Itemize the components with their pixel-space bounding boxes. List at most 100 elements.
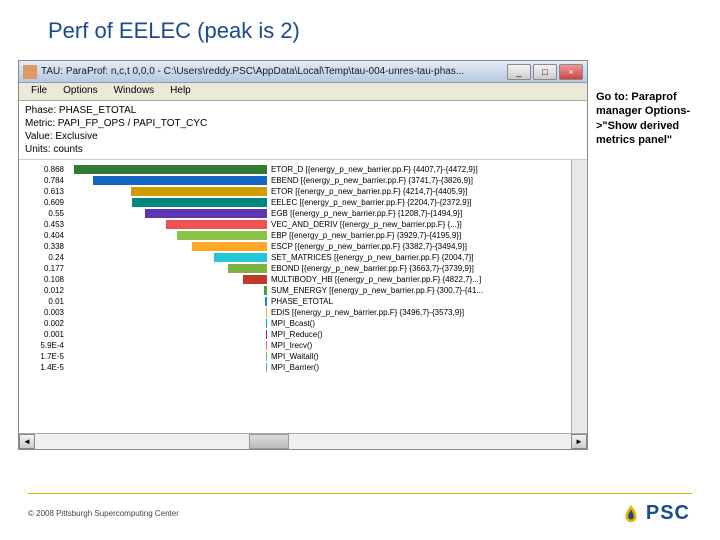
window-title: TAU: ParaProf: n,c,t 0,0,0 - C:\Users\re… (41, 66, 507, 77)
menu-file[interactable]: File (23, 83, 55, 100)
bar (266, 352, 267, 361)
scroll-left-button[interactable]: ◄ (19, 434, 35, 449)
window-controls: _ □ × (507, 64, 583, 80)
scroll-thumb[interactable] (249, 434, 289, 449)
bar (145, 209, 267, 218)
bar-value: 0.613 (25, 187, 67, 196)
bar-area (67, 363, 267, 372)
bar-row[interactable]: 5.9E-4 MPI_Irecv() (25, 340, 581, 351)
bar (266, 330, 267, 339)
bar-value: 0.868 (25, 165, 67, 174)
maximize-button[interactable]: □ (533, 64, 557, 80)
bar-row[interactable]: 0.012SUM_ENERGY [{energy_p_new_barrier.p… (25, 285, 581, 296)
bar (214, 253, 267, 262)
bar-value: 0.404 (25, 231, 67, 240)
bar-row[interactable]: 0.453VEC_AND_DERIV [{energy_p_new_barrie… (25, 219, 581, 230)
bar-row[interactable]: 0.868 ETOR_D [{energy_p_new_barrier.pp.F}… (25, 164, 581, 175)
bar-row[interactable]: 0.609 EELEC [{energy_p_new_barrier.pp.F} … (25, 197, 581, 208)
menu-options[interactable]: Options (55, 83, 105, 100)
app-window-wrapper: TAU: ParaProf: n,c,t 0,0,0 - C:\Users\re… (18, 60, 588, 450)
scroll-track[interactable] (35, 434, 571, 449)
scroll-right-button[interactable]: ► (571, 434, 587, 449)
bar (74, 165, 267, 174)
bar-value: 0.24 (25, 253, 67, 262)
bar-row[interactable]: 0.24SET_MATRICES [{energy_p_new_barrier.… (25, 252, 581, 263)
bar-row[interactable]: 0.404 EBP [{energy_p_new_barrier.pp.F} {3… (25, 230, 581, 241)
bar-value: 0.01 (25, 297, 67, 306)
bar-row[interactable]: 0.001 MPI_Reduce() (25, 329, 581, 340)
bar-label: EELEC [{energy_p_new_barrier.pp.F} {2204… (267, 198, 581, 207)
bar (131, 187, 267, 196)
bar-value: 1.4E-5 (25, 363, 67, 372)
bar-value: 0.108 (25, 275, 67, 284)
bar-area (67, 352, 267, 361)
bar-label: EBP [{energy_p_new_barrier.pp.F} {3929,7… (267, 231, 581, 240)
psc-logo: PSC (620, 502, 690, 525)
app-icon (23, 65, 37, 79)
bar-row[interactable]: 0.003EDIS [{energy_p_new_barrier.pp.F} {… (25, 307, 581, 318)
bar-value: 0.338 (25, 242, 67, 251)
logo-text: PSC (646, 502, 690, 525)
bar-value: 0.55 (25, 209, 67, 218)
bar-label: MPI_Barrier() (267, 363, 581, 372)
meta-metric: Metric: PAPI_FP_OPS / PAPI_TOT_CYC (25, 117, 581, 130)
bar-area (67, 165, 267, 174)
bar (243, 275, 267, 284)
bar (266, 363, 267, 372)
bar-row[interactable]: 1.7E-5 MPI_Waitall() (25, 351, 581, 362)
paraprof-window: TAU: ParaProf: n,c,t 0,0,0 - C:\Users\re… (18, 60, 588, 450)
close-button[interactable]: × (559, 64, 583, 80)
bar-label: MPI_Waitall() (267, 352, 581, 361)
bar (266, 341, 267, 350)
bar-row[interactable]: 0.177EBOND [{energy_p_new_barrier.pp.F} … (25, 263, 581, 274)
bar-label: EDIS [{energy_p_new_barrier.pp.F} {3496,… (267, 308, 581, 317)
bar-value: 0.002 (25, 319, 67, 328)
bar-row[interactable]: 0.002 MPI_Bcast() (25, 318, 581, 329)
bar-label: ETOR_D [{energy_p_new_barrier.pp.F} {440… (267, 165, 581, 174)
bar (264, 286, 267, 295)
scrollbar-horizontal[interactable]: ◄ ► (19, 433, 587, 449)
bar-row[interactable]: 0.01 PHASE_ETOTAL (25, 296, 581, 307)
bar-area (67, 286, 267, 295)
copyright: © 2008 Pittsburgh Supercomputing Center (28, 509, 179, 518)
bar-value: 5.9E-4 (25, 341, 67, 350)
scrollbar-vertical[interactable] (571, 160, 587, 433)
bar-row[interactable]: 0.338ESCP [{energy_p_new_barrier.pp.F} {… (25, 241, 581, 252)
menu-help[interactable]: Help (162, 83, 199, 100)
menu-windows[interactable]: Windows (106, 83, 163, 100)
bar-area (67, 341, 267, 350)
bar-area (67, 176, 267, 185)
minimize-button[interactable]: _ (507, 64, 531, 80)
bar-row[interactable]: 0.784EBEND [{energy_p_new_barrier.pp.F} … (25, 175, 581, 186)
instruction-note: Go to: Paraprof manager Options->"Show d… (596, 90, 706, 147)
bar-area (67, 220, 267, 229)
slide-title: Perf of EELEC (peak is 2) (0, 0, 720, 56)
bar-label: MPI_Irecv() (267, 341, 581, 350)
bar-label: MPI_Bcast() (267, 319, 581, 328)
bar-label: MPI_Reduce() (267, 330, 581, 339)
bar-chart: 0.868 ETOR_D [{energy_p_new_barrier.pp.F}… (19, 160, 587, 433)
bar-label: MULTIBODY_HB [{energy_p_new_barrier.pp.F… (267, 275, 581, 284)
bar-value: 1.7E-5 (25, 352, 67, 361)
bar-label: PHASE_ETOTAL (267, 297, 581, 306)
metadata-panel: Phase: PHASE_ETOTAL Metric: PAPI_FP_OPS … (19, 101, 587, 160)
bar (93, 176, 267, 185)
bar-value: 0.012 (25, 286, 67, 295)
titlebar[interactable]: TAU: ParaProf: n,c,t 0,0,0 - C:\Users\re… (19, 61, 587, 83)
bar-area (67, 187, 267, 196)
bar (192, 242, 267, 251)
bar-value: 0.609 (25, 198, 67, 207)
bar (166, 220, 267, 229)
bar-row[interactable]: 0.613ETOR [{energy_p_new_barrier.pp.F} {… (25, 186, 581, 197)
bar-area (67, 275, 267, 284)
bar-row[interactable]: 0.108 MULTIBODY_HB [{energy_p_new_barrier… (25, 274, 581, 285)
menubar: File Options Windows Help (19, 83, 587, 101)
bar-row[interactable]: 0.55EGB [{energy_p_new_barrier.pp.F} {12… (25, 208, 581, 219)
bar-row[interactable]: 1.4E-5 MPI_Barrier() (25, 362, 581, 373)
bar-value: 0.453 (25, 220, 67, 229)
bar-area (67, 319, 267, 328)
bar-area (67, 330, 267, 339)
bar-value: 0.001 (25, 330, 67, 339)
bar-area (67, 242, 267, 251)
bar-area (67, 209, 267, 218)
